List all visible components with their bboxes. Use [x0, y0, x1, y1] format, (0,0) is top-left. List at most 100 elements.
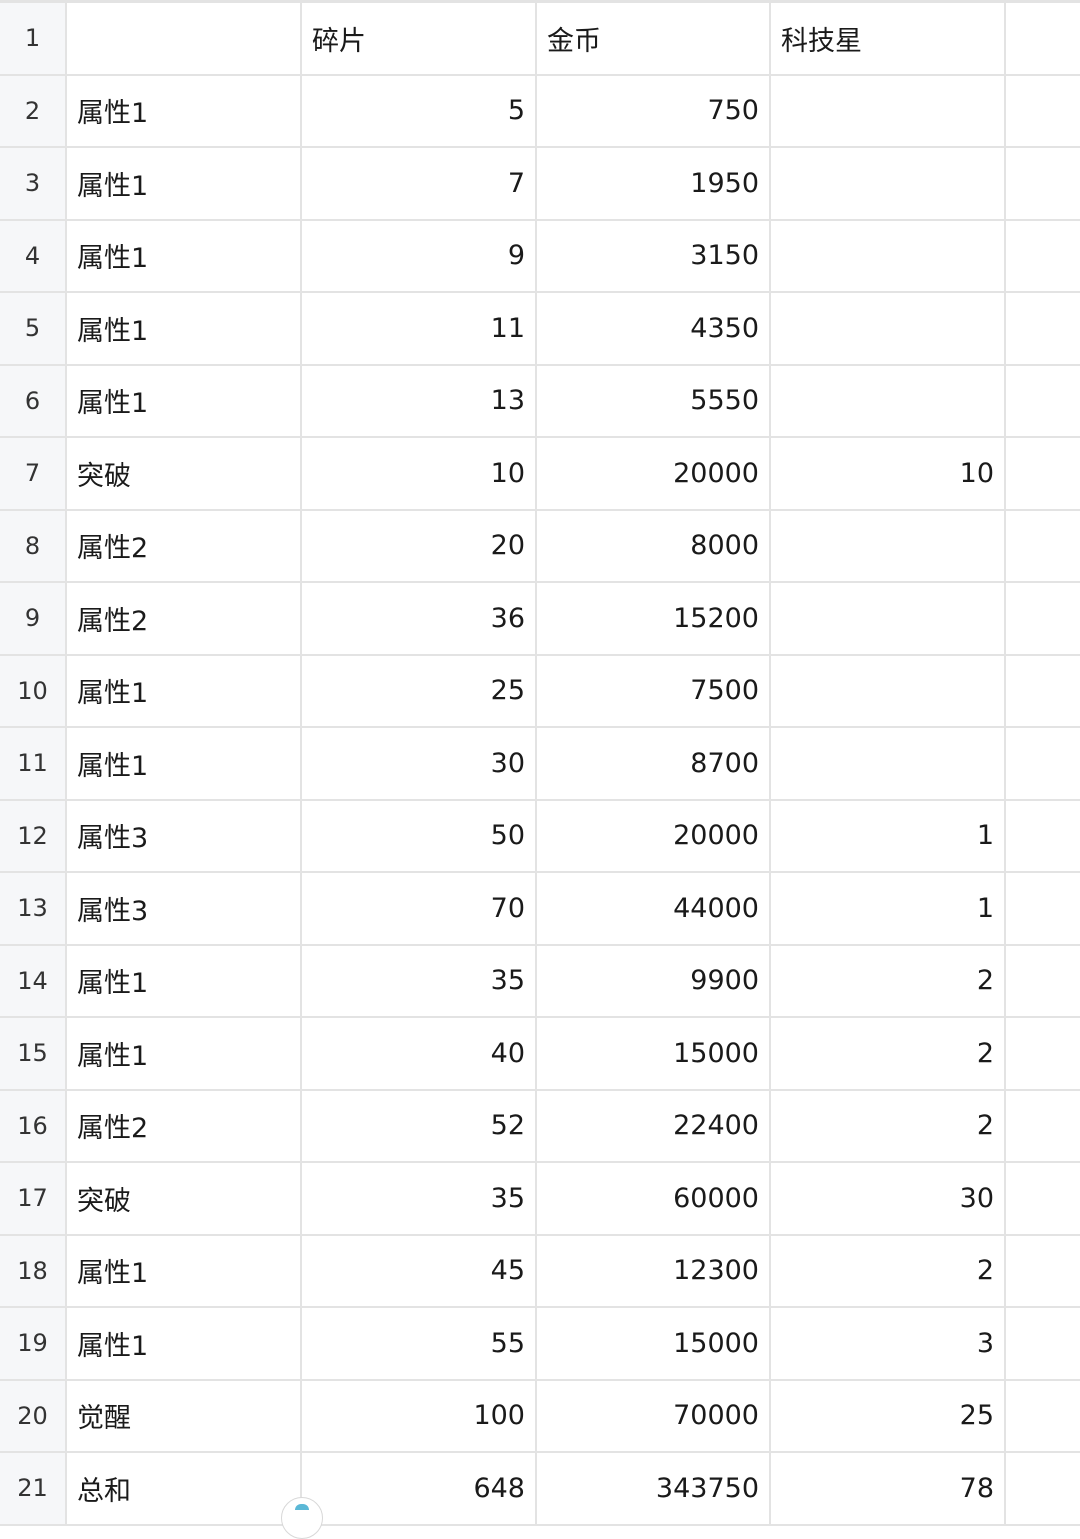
- cell-gold[interactable]: 750: [537, 75, 771, 148]
- cell-name[interactable]: 属性3: [67, 800, 302, 873]
- cell-col-e[interactable]: [1006, 945, 1080, 1018]
- cell-gold[interactable]: 60000: [537, 1163, 771, 1236]
- cell-shards[interactable]: 36: [302, 583, 537, 656]
- row-number[interactable]: 5: [0, 293, 67, 366]
- cell-col-e[interactable]: [1006, 1018, 1080, 1091]
- cell-shards[interactable]: 648: [302, 1453, 537, 1526]
- cell-gold[interactable]: 70000: [537, 1380, 771, 1453]
- cell-name[interactable]: 属性1: [67, 220, 302, 293]
- cell-name[interactable]: 属性1: [67, 655, 302, 728]
- row-number[interactable]: 3: [0, 148, 67, 221]
- cell-gold[interactable]: 3150: [537, 220, 771, 293]
- cell-gold[interactable]: 9900: [537, 945, 771, 1018]
- cell-col-e[interactable]: [1006, 293, 1080, 366]
- cell-col-e[interactable]: [1006, 655, 1080, 728]
- cell-name[interactable]: 总和: [67, 1453, 302, 1526]
- cell-name[interactable]: 属性1: [67, 1018, 302, 1091]
- cell-name[interactable]: 属性1: [67, 75, 302, 148]
- row-number[interactable]: 2: [0, 75, 67, 148]
- cell-tech-stars[interactable]: 3: [771, 1308, 1006, 1381]
- cell-col-e[interactable]: [1006, 220, 1080, 293]
- row-number[interactable]: 11: [0, 728, 67, 801]
- cell-shards[interactable]: 100: [302, 1380, 537, 1453]
- cell-shards[interactable]: 30: [302, 728, 537, 801]
- cell-name[interactable]: 属性1: [67, 148, 302, 221]
- cell-gold[interactable]: 15000: [537, 1018, 771, 1091]
- cell-tech-stars[interactable]: 2: [771, 945, 1006, 1018]
- cell-tech-stars[interactable]: [771, 583, 1006, 656]
- cell-tech-stars[interactable]: [771, 293, 1006, 366]
- header-tech-stars[interactable]: 科技星: [771, 3, 1006, 76]
- cell-gold[interactable]: 8700: [537, 728, 771, 801]
- cell-gold[interactable]: 20000: [537, 438, 771, 511]
- cell-col-e[interactable]: [1006, 1163, 1080, 1236]
- cell-col-e[interactable]: [1006, 583, 1080, 656]
- cell-col-e[interactable]: [1006, 1235, 1080, 1308]
- header-gold[interactable]: 金币: [537, 3, 771, 76]
- cell-gold[interactable]: 343750: [537, 1453, 771, 1526]
- row-number[interactable]: 8: [0, 510, 67, 583]
- cell-shards[interactable]: 20: [302, 510, 537, 583]
- row-number[interactable]: 15: [0, 1018, 67, 1091]
- cell-col-e[interactable]: [1006, 3, 1080, 76]
- cell-col-e[interactable]: [1006, 1090, 1080, 1163]
- cell-gold[interactable]: 8000: [537, 510, 771, 583]
- cell-name[interactable]: 属性1: [67, 293, 302, 366]
- cell-gold[interactable]: 15200: [537, 583, 771, 656]
- cell-col-e[interactable]: [1006, 1308, 1080, 1381]
- cell-shards[interactable]: 25: [302, 655, 537, 728]
- cell-shards[interactable]: 55: [302, 1308, 537, 1381]
- cell-gold[interactable]: 1950: [537, 148, 771, 221]
- cell-shards[interactable]: 45: [302, 1235, 537, 1308]
- cell-shards[interactable]: 10: [302, 438, 537, 511]
- cell-tech-stars[interactable]: [771, 75, 1006, 148]
- row-number[interactable]: 7: [0, 438, 67, 511]
- cell-shards[interactable]: 35: [302, 1163, 537, 1236]
- cell-tech-stars[interactable]: 25: [771, 1380, 1006, 1453]
- cell-shards[interactable]: 9: [302, 220, 537, 293]
- cell-shards[interactable]: 7: [302, 148, 537, 221]
- cell-tech-stars[interactable]: 78: [771, 1453, 1006, 1526]
- cell-tech-stars[interactable]: [771, 510, 1006, 583]
- cell-shards[interactable]: 13: [302, 365, 537, 438]
- cell-shards[interactable]: 50: [302, 800, 537, 873]
- cell-gold[interactable]: 4350: [537, 293, 771, 366]
- cell-name[interactable]: 属性1: [67, 1308, 302, 1381]
- cell-name[interactable]: 属性2: [67, 510, 302, 583]
- row-number[interactable]: 19: [0, 1308, 67, 1381]
- selection-drag-handle[interactable]: [281, 1497, 323, 1539]
- cell-col-e[interactable]: [1006, 438, 1080, 511]
- row-number[interactable]: 6: [0, 365, 67, 438]
- cell-name[interactable]: 属性1: [67, 945, 302, 1018]
- cell-col-e[interactable]: [1006, 1453, 1080, 1526]
- row-number[interactable]: 12: [0, 800, 67, 873]
- cell-tech-stars[interactable]: 2: [771, 1090, 1006, 1163]
- cell-tech-stars[interactable]: 1: [771, 800, 1006, 873]
- cell-tech-stars[interactable]: [771, 655, 1006, 728]
- cell-col-e[interactable]: [1006, 510, 1080, 583]
- cell-col-e[interactable]: [1006, 728, 1080, 801]
- cell-name[interactable]: 属性1: [67, 365, 302, 438]
- cell-col-e[interactable]: [1006, 148, 1080, 221]
- cell-gold[interactable]: 7500: [537, 655, 771, 728]
- cell-gold[interactable]: 5550: [537, 365, 771, 438]
- cell-col-e[interactable]: [1006, 1380, 1080, 1453]
- cell-name[interactable]: 属性2: [67, 1090, 302, 1163]
- cell-shards[interactable]: 70: [302, 873, 537, 946]
- header-shards[interactable]: 碎片: [302, 3, 537, 76]
- row-number[interactable]: 9: [0, 583, 67, 656]
- cell-tech-stars[interactable]: 10: [771, 438, 1006, 511]
- row-number[interactable]: 18: [0, 1235, 67, 1308]
- cell-col-e[interactable]: [1006, 873, 1080, 946]
- cell-name[interactable]: 属性2: [67, 583, 302, 656]
- cell-tech-stars[interactable]: [771, 728, 1006, 801]
- cell-col-e[interactable]: [1006, 800, 1080, 873]
- cell-col-e[interactable]: [1006, 75, 1080, 148]
- cell-tech-stars[interactable]: [771, 365, 1006, 438]
- cell-tech-stars[interactable]: 1: [771, 873, 1006, 946]
- cell-col-e[interactable]: [1006, 365, 1080, 438]
- cell-name[interactable]: 突破: [67, 438, 302, 511]
- cell-shards[interactable]: 52: [302, 1090, 537, 1163]
- cell-gold[interactable]: 22400: [537, 1090, 771, 1163]
- row-number[interactable]: 20: [0, 1380, 67, 1453]
